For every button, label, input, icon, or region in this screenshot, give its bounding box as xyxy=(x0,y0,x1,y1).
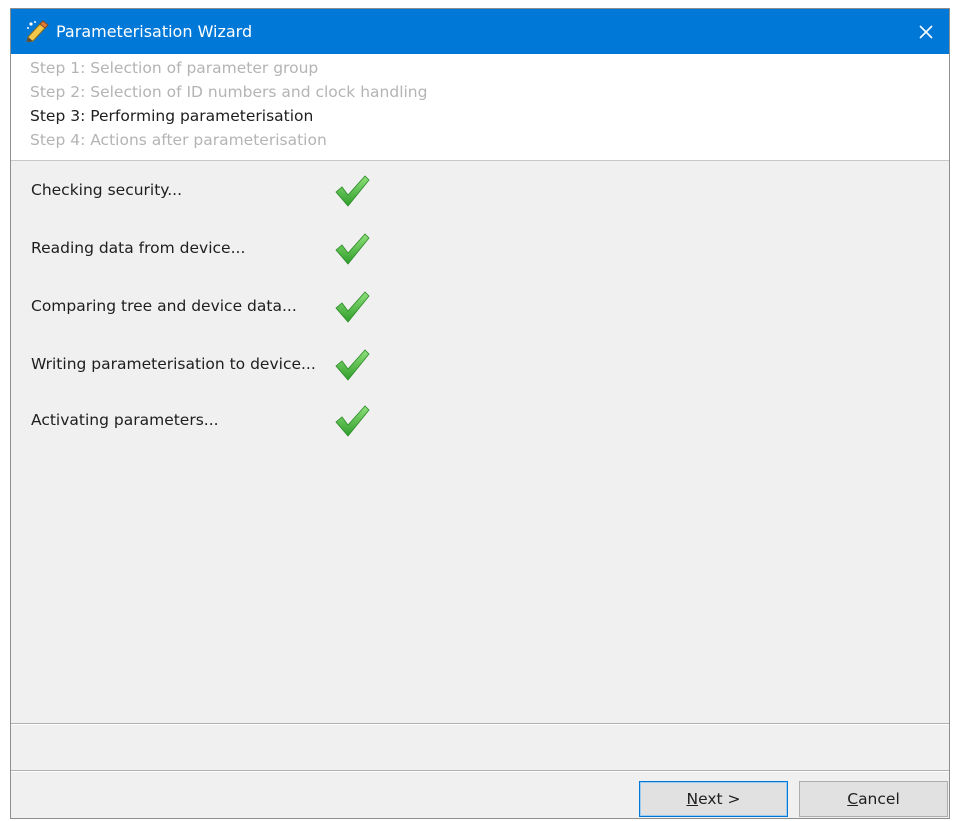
task-label: Comparing tree and device data... xyxy=(31,297,297,315)
cancel-button[interactable]: Cancel xyxy=(799,781,948,817)
step-3-label: Step 3: Performing parameterisation xyxy=(30,107,314,125)
task-label: Reading data from device... xyxy=(31,239,246,257)
green-checkmark-icon xyxy=(335,349,370,381)
green-checkmark-icon xyxy=(335,175,370,207)
green-checkmark-icon xyxy=(335,233,370,265)
green-checkmark-icon xyxy=(335,405,370,437)
divider xyxy=(11,770,949,772)
close-button[interactable] xyxy=(903,9,949,54)
close-icon xyxy=(919,24,933,39)
task-label: Writing parameterisation to device... xyxy=(31,355,316,373)
next-button-label: ext > xyxy=(698,790,741,808)
window-title: Parameterisation Wizard xyxy=(56,22,253,41)
step-1-label: Step 1: Selection of parameter group xyxy=(30,59,319,77)
task-label: Activating parameters... xyxy=(31,411,219,429)
cancel-mnemonic: C xyxy=(847,790,859,808)
next-mnemonic: N xyxy=(686,790,699,808)
step-4-label: Step 4: Actions after parameterisation xyxy=(30,131,327,149)
green-checkmark-icon xyxy=(335,291,370,323)
wizard-pencil-icon xyxy=(26,20,49,42)
divider xyxy=(11,723,949,725)
step-2-label: Step 2: Selection of ID numbers and cloc… xyxy=(30,83,428,101)
cancel-button-label: ancel xyxy=(858,790,900,808)
parameterisation-wizard-window: Parameterisation Wizard Step 1: Selectio… xyxy=(10,8,950,819)
title-bar: Parameterisation Wizard xyxy=(11,9,949,54)
wizard-steps-panel: Step 1: Selection of parameter group Ste… xyxy=(11,54,949,161)
task-label: Checking security... xyxy=(31,181,183,199)
next-button[interactable]: Next > xyxy=(639,781,788,817)
